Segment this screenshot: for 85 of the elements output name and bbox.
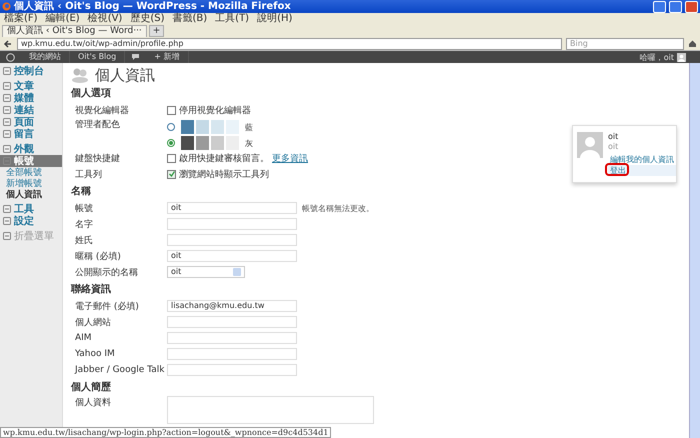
menu-item[interactable]: 編輯(E) bbox=[46, 13, 80, 25]
field-label: 視覺化編輯器 bbox=[74, 104, 130, 116]
field-label: 名字 bbox=[74, 218, 94, 230]
firefox-icon bbox=[2, 2, 11, 11]
checkbox-label: 停用視覺化編輯器 bbox=[179, 104, 251, 116]
user-menu-item[interactable]: 編輯我的個人資訊 bbox=[608, 154, 676, 165]
maximize-button[interactable] bbox=[669, 0, 682, 12]
field-label: Jabber / Google Talk bbox=[74, 365, 166, 375]
field-label: 公開顯示的名稱 bbox=[74, 266, 139, 278]
menu-item[interactable]: 說明(H) bbox=[257, 13, 292, 25]
field-label: AIM bbox=[74, 333, 93, 343]
sidebar-item[interactable]: 文章 bbox=[0, 80, 62, 92]
field-label: 個人網站 bbox=[74, 316, 112, 328]
comment-icon[interactable] bbox=[131, 53, 140, 61]
radio-button[interactable] bbox=[167, 123, 175, 131]
home-icon[interactable] bbox=[688, 39, 697, 48]
address-field[interactable]: wp.kmu.edu.tw/oit/wp-admin/profile.php bbox=[17, 38, 562, 50]
input-field[interactable]: oit bbox=[167, 202, 297, 214]
input-field[interactable] bbox=[167, 316, 297, 328]
users-icon bbox=[71, 67, 89, 83]
dropdown[interactable]: oit bbox=[167, 266, 245, 278]
scheme-name: 藍 bbox=[245, 122, 253, 132]
sidebar-item[interactable]: 帳號 bbox=[0, 155, 62, 167]
field-note: 帳號名稱無法更改。 bbox=[302, 202, 374, 214]
menu-item[interactable]: 歷史(S) bbox=[130, 13, 164, 25]
field-label: 管理者配色 bbox=[74, 118, 121, 131]
scheme-name: 灰 bbox=[245, 138, 253, 148]
browser-tab[interactable]: 個人資訊 ‹ Oit's Blog — Word··· bbox=[2, 25, 147, 37]
field-label: 電子郵件 (必填) bbox=[74, 300, 140, 312]
back-icon[interactable] bbox=[3, 38, 13, 48]
status-bar: wp.kmu.edu.tw/lisachang/wp-login.php?action=logout&_wpnonce=d9c4d534d1 bbox=[0, 427, 332, 438]
field-label: 帳號 bbox=[74, 202, 94, 214]
input-field[interactable] bbox=[167, 348, 297, 360]
input-field[interactable] bbox=[167, 364, 297, 376]
sidebar-item[interactable]: 媒體 bbox=[0, 92, 62, 104]
section-heading: 個人選項 bbox=[71, 88, 112, 100]
sidebar-item[interactable]: 設定 bbox=[0, 215, 62, 227]
input-field[interactable] bbox=[167, 234, 297, 246]
wordpress-icon[interactable] bbox=[6, 52, 15, 62]
admin-bar-item[interactable]: Oit's Blog bbox=[70, 51, 126, 63]
user-menu-item[interactable]: 登出 bbox=[608, 165, 676, 176]
field-label: Yahoo IM bbox=[74, 349, 116, 359]
window-title: 個人資訊 ‹ Oit's Blog — WordPress - Mozilla Firefox bbox=[14, 0, 292, 12]
greeting[interactable]: 哈囉，oit bbox=[640, 52, 674, 62]
new-tab-button[interactable]: + bbox=[148, 25, 164, 37]
sidebar-item[interactable]: 頁面 bbox=[0, 116, 62, 128]
input-field[interactable]: oit bbox=[167, 250, 297, 262]
field-label: 個人資料 bbox=[74, 396, 112, 409]
section-heading: 聯絡資訊 bbox=[71, 284, 112, 296]
minimize-button[interactable] bbox=[653, 0, 666, 12]
submenu-item[interactable]: 全部帳號 bbox=[6, 168, 62, 179]
user-login: oit bbox=[608, 142, 620, 151]
sidebar-item[interactable]: 工具 bbox=[0, 203, 62, 215]
section-heading: 個人簡歷 bbox=[71, 382, 112, 394]
input-field[interactable] bbox=[167, 218, 297, 230]
menu-item[interactable]: 書籤(B) bbox=[172, 13, 208, 25]
sidebar-item[interactable]: 留言 bbox=[0, 128, 62, 140]
avatar-icon[interactable] bbox=[677, 52, 686, 62]
menu-item[interactable]: 工具(T) bbox=[215, 13, 250, 25]
field-label: 暱稱 (必填) bbox=[74, 250, 122, 262]
menu-item[interactable]: 檔案(F) bbox=[4, 13, 38, 25]
sidebar-item[interactable]: 控制台 bbox=[0, 65, 62, 77]
input-field[interactable] bbox=[167, 332, 297, 344]
checkbox-label: 瀏覽網站時顯示工具列 bbox=[179, 168, 269, 180]
field-label: 工具列 bbox=[74, 168, 103, 180]
checkbox-label: 啟用快捷鍵審核留言。 bbox=[179, 152, 269, 164]
menu-item[interactable]: 檢視(V) bbox=[88, 13, 122, 25]
checkbox[interactable] bbox=[167, 154, 176, 162]
admin-bar-item[interactable]: + 新增 bbox=[146, 51, 188, 63]
submenu-item[interactable]: 新增帳號 bbox=[6, 179, 62, 190]
close-button[interactable] bbox=[685, 0, 698, 12]
more-info-link[interactable]: 更多資訊 bbox=[272, 152, 308, 164]
page-title: 個人資訊 bbox=[95, 66, 155, 84]
submenu-item[interactable]: 個人資訊 bbox=[6, 190, 62, 201]
scrollbar[interactable] bbox=[689, 63, 700, 438]
field-label: 鍵盤快捷鍵 bbox=[74, 152, 121, 164]
user-name: oit bbox=[608, 132, 620, 142]
field-label: 姓氏 bbox=[74, 234, 94, 246]
radio-button[interactable] bbox=[167, 139, 175, 147]
sidebar-item[interactable]: 連結 bbox=[0, 104, 62, 116]
checkbox[interactable] bbox=[167, 170, 176, 178]
section-heading: 名稱 bbox=[71, 186, 92, 198]
input-field[interactable]: lisachang@kmu.edu.tw bbox=[167, 300, 297, 312]
sidebar-item[interactable]: 外觀 bbox=[0, 143, 62, 155]
checkbox[interactable] bbox=[167, 106, 176, 114]
